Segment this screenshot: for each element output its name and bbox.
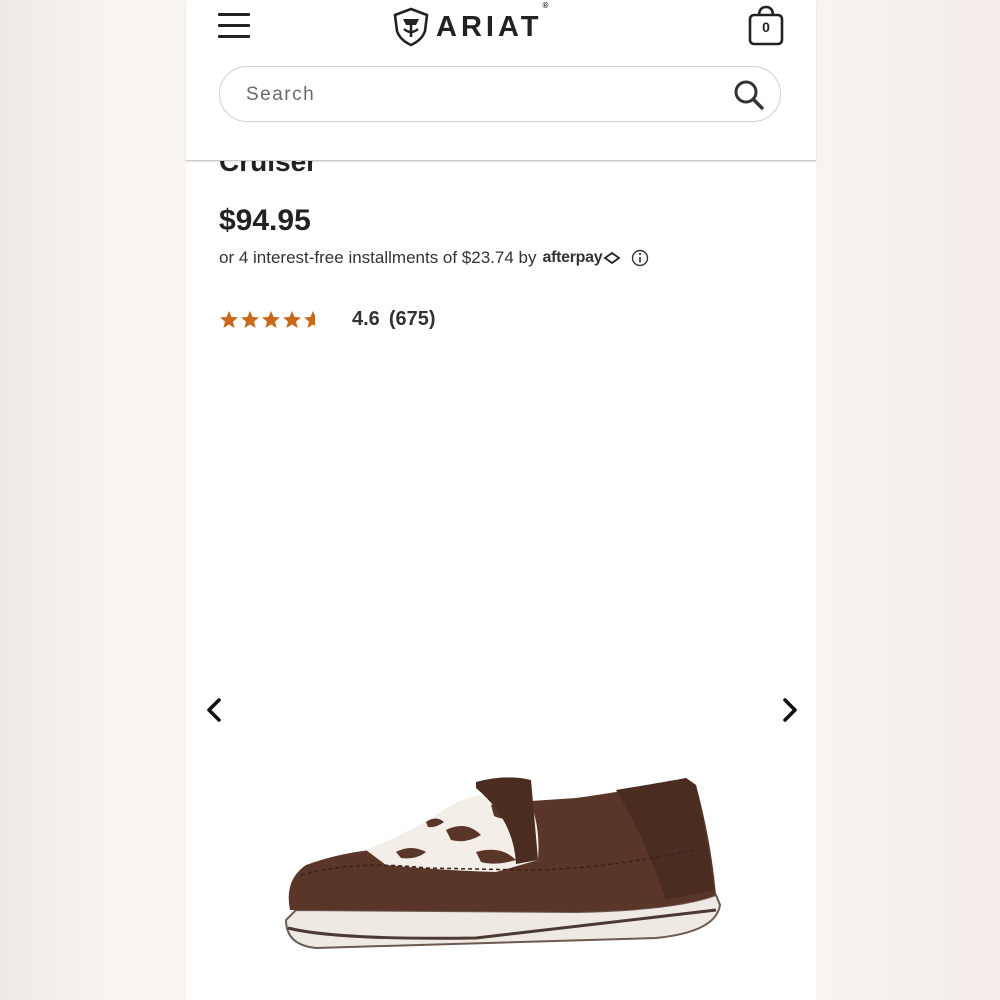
star-icon <box>220 310 238 328</box>
afterpay-arrows-icon <box>603 251 621 265</box>
chevron-right-icon[interactable] <box>774 695 804 725</box>
star-icon <box>304 310 315 328</box>
afterpay-logo: afterpay <box>542 249 603 266</box>
star-rating <box>219 310 324 330</box>
search-icon[interactable] <box>733 79 765 111</box>
rating-value: 4.6 <box>352 308 380 330</box>
installments-text: or 4 interest-free installments of $23.7… <box>219 248 537 267</box>
brand-name: ARIAT® <box>436 0 553 43</box>
chevron-left-icon[interactable] <box>200 695 230 725</box>
site-header: ARIAT® 0 <box>186 0 816 161</box>
info-icon[interactable] <box>631 249 649 267</box>
product-rating[interactable]: 4.6 (675) <box>219 308 436 331</box>
ariat-shield-icon <box>393 7 429 47</box>
product-price: $94.95 <box>219 204 311 237</box>
mobile-page: ARIAT® 0 Cruiser $94.95 or 4 interest-fr… <box>186 0 816 1000</box>
cart-button[interactable]: 0 <box>746 4 786 46</box>
hamburger-menu-icon[interactable] <box>218 10 252 40</box>
ariat-logo[interactable]: ARIAT® <box>392 0 553 48</box>
review-count[interactable]: (675) <box>389 308 436 331</box>
star-icon <box>241 310 259 328</box>
cart-count: 0 <box>762 19 770 35</box>
star-icon <box>283 310 301 328</box>
installment-info: or 4 interest-free installments of $23.7… <box>219 248 649 268</box>
product-image <box>284 777 722 950</box>
search-bar <box>219 66 781 122</box>
star-icon <box>262 310 280 328</box>
search-input[interactable] <box>244 79 708 111</box>
